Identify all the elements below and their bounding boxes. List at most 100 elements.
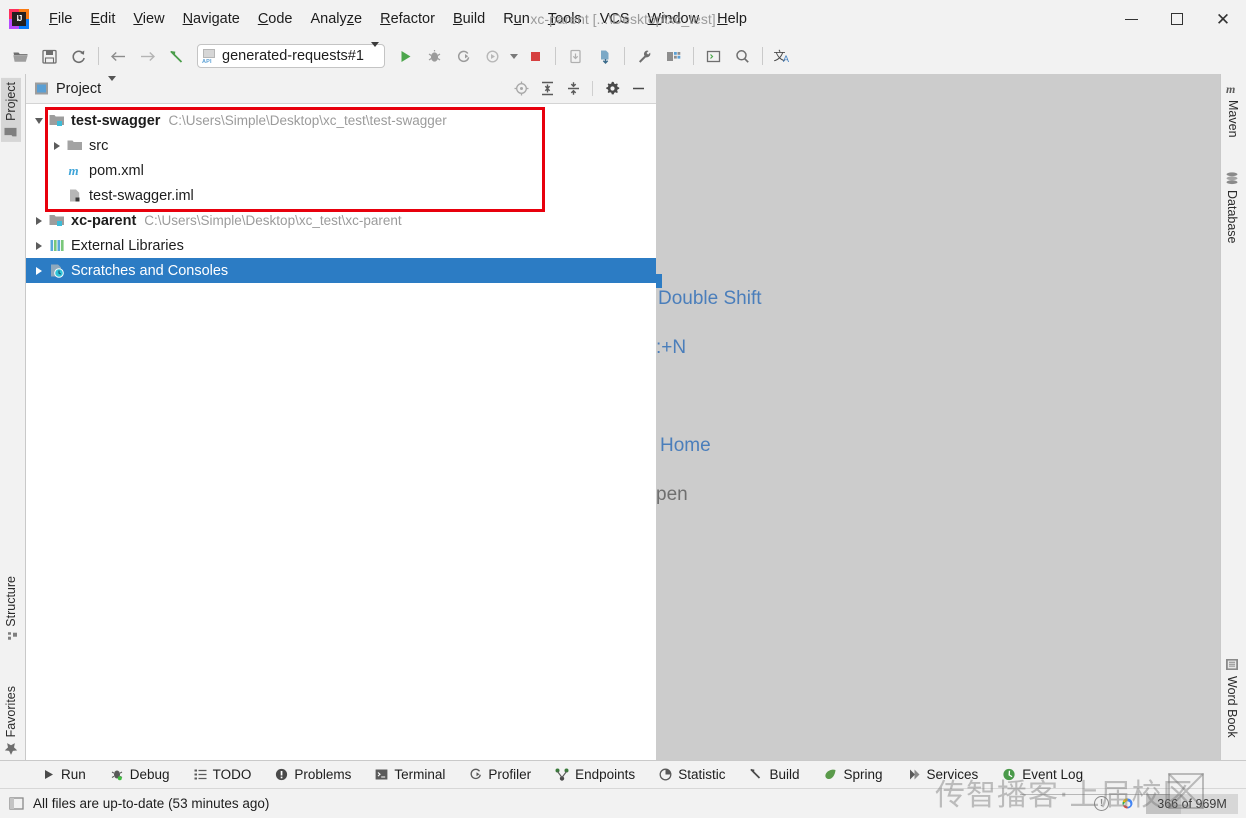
translate-icon[interactable]: 文A <box>768 43 797 69</box>
forward-arrow-icon[interactable] <box>133 43 162 69</box>
bottom-item-services[interactable]: Services <box>895 767 991 782</box>
last-edit-location-icon[interactable] <box>162 43 191 69</box>
tree-node-scratches-and-consoles[interactable]: Scratches and Consoles <box>26 258 656 283</box>
chevron-right-icon[interactable] <box>30 233 48 258</box>
menu-tools[interactable]: Tools <box>539 9 591 29</box>
bottom-item-run[interactable]: Run <box>30 767 98 782</box>
bottom-item-todo[interactable]: TODO <box>182 767 264 782</box>
sidebar-item-favorites[interactable]: Favorites <box>1 682 21 759</box>
editor-hint-marker <box>656 274 662 288</box>
chevron-down-icon[interactable] <box>108 75 117 97</box>
chevron-right-icon[interactable] <box>30 208 48 233</box>
bottom-item-label: Run <box>61 767 86 782</box>
run-icon[interactable] <box>391 43 420 69</box>
bottom-item-build[interactable]: Build <box>737 767 811 782</box>
select-opened-file-icon[interactable] <box>509 77 533 101</box>
open-project-icon[interactable] <box>6 43 35 69</box>
run-configuration-selector[interactable]: API generated-requests#1 <box>197 42 385 68</box>
tree-node-path: C:\Users\Simple\Desktop\xc_test\test-swa… <box>168 113 447 128</box>
bottom-item-debug[interactable]: Debug <box>98 767 182 782</box>
libraries-icon <box>48 237 66 255</box>
profile-icon[interactable] <box>478 43 507 69</box>
project-panel-tab[interactable]: Project <box>34 75 117 97</box>
sidebar-item-word-book[interactable]: Word Book <box>1222 654 1242 742</box>
menu-navigate[interactable]: Navigate <box>174 9 249 29</box>
menu-analyze[interactable]: Analyze <box>302 9 372 29</box>
tree-node-external-libraries[interactable]: External Libraries <box>26 233 656 258</box>
hint-open: pen <box>656 484 688 505</box>
settings-wrench-icon[interactable] <box>630 43 659 69</box>
tree-node-test-swagger[interactable]: test-swagger C:\Users\Simple\Desktop\xc_… <box>26 108 656 133</box>
hint-home: Home <box>660 435 711 456</box>
menu-refactor[interactable]: Refactor <box>371 9 444 29</box>
tree-node-pom-xml[interactable]: m pom.xml <box>26 158 656 183</box>
google-translate-icon[interactable] <box>1119 795 1136 812</box>
bottom-item-terminal[interactable]: Terminal <box>363 767 457 782</box>
back-arrow-icon[interactable] <box>104 43 133 69</box>
menu-window[interactable]: Window <box>639 9 709 29</box>
terminal-icon[interactable] <box>699 43 728 69</box>
run-with-coverage-icon[interactable] <box>449 43 478 69</box>
bottom-item-endpoints[interactable]: Endpoints <box>543 767 647 782</box>
menu-bar: File Edit View Navigate Code Analyze Ref… <box>40 0 756 38</box>
menu-vcs[interactable]: VCS <box>591 9 639 29</box>
minimize-button[interactable] <box>1108 0 1154 38</box>
bottom-item-label: Services <box>926 767 979 782</box>
gear-settings-icon[interactable] <box>600 77 624 101</box>
profile-dropdown-caret[interactable] <box>507 43 521 69</box>
sidebar-label-database: Database <box>1225 190 1239 244</box>
bottom-item-profiler[interactable]: Profiler <box>457 767 543 782</box>
update-project-icon[interactable] <box>561 43 590 69</box>
status-panel-icon[interactable] <box>9 796 24 811</box>
menu-edit[interactable]: Edit <box>81 9 124 29</box>
tree-node-label: src <box>89 137 109 154</box>
status-message: All files are up-to-date (53 minutes ago… <box>33 796 270 811</box>
sidebar-item-maven[interactable]: m Maven <box>1222 78 1244 142</box>
project-panel-toolbar <box>509 77 656 101</box>
debug-icon[interactable] <box>420 43 449 69</box>
toolbar-separator-5 <box>761 47 763 65</box>
sidebar-item-database[interactable]: Database <box>1222 168 1242 248</box>
menu-file[interactable]: File <box>40 9 81 29</box>
sidebar-label-structure: Structure <box>4 576 18 627</box>
intellij-idea-window: IJ File Edit View Navigate Code Analyze … <box>0 0 1246 818</box>
tree-node-test-swagger-iml[interactable]: test-swagger.iml <box>26 183 656 208</box>
menu-code[interactable]: Code <box>249 9 302 29</box>
tree-node-label: External Libraries <box>71 237 184 254</box>
bottom-item-problems[interactable]: Problems <box>263 767 363 782</box>
module-folder-icon <box>48 112 66 130</box>
menu-help[interactable]: Help <box>708 9 756 29</box>
sidebar-label-favorites: Favorites <box>4 686 18 738</box>
stop-icon[interactable] <box>521 43 550 69</box>
memory-indicator[interactable]: 366 of 969M <box>1146 793 1238 814</box>
sync-refresh-icon[interactable] <box>64 43 93 69</box>
chevron-right-icon[interactable] <box>48 133 66 158</box>
expand-all-icon[interactable] <box>535 77 559 101</box>
bottom-item-spring[interactable]: Spring <box>811 767 894 782</box>
commit-icon[interactable] <box>590 43 619 69</box>
chevron-right-icon[interactable] <box>30 258 48 283</box>
tree-node-label: pom.xml <box>89 162 144 179</box>
hide-panel-icon[interactable] <box>626 77 650 101</box>
sidebar-item-project[interactable]: Project <box>1 78 21 142</box>
svg-text:m: m <box>1226 82 1235 95</box>
tree-node-xc-parent[interactable]: xc-parent C:\Users\Simple\Desktop\xc_tes… <box>26 208 656 233</box>
chevron-down-icon[interactable] <box>30 108 48 133</box>
maximize-button[interactable] <box>1154 0 1200 38</box>
menu-run[interactable]: Run <box>494 9 539 29</box>
search-everywhere-icon[interactable] <box>728 43 757 69</box>
sidebar-label-project: Project <box>4 82 18 121</box>
title-bar: IJ File Edit View Navigate Code Analyze … <box>0 0 1246 38</box>
menu-build[interactable]: Build <box>444 9 494 29</box>
tree-node-src[interactable]: src <box>26 133 656 158</box>
info-circle-icon[interactable]: ! <box>1094 796 1109 811</box>
close-button[interactable]: ✕ <box>1200 0 1246 38</box>
bottom-item-statistic[interactable]: Statistic <box>647 767 737 782</box>
project-structure-icon[interactable] <box>659 43 688 69</box>
sidebar-item-structure[interactable]: Structure <box>1 572 21 648</box>
collapse-all-icon[interactable] <box>561 77 585 101</box>
save-all-icon[interactable] <box>35 43 64 69</box>
menu-view[interactable]: View <box>124 9 173 29</box>
api-file-icon: API <box>202 48 217 65</box>
bottom-item-event-log[interactable]: Event Log <box>990 767 1095 782</box>
